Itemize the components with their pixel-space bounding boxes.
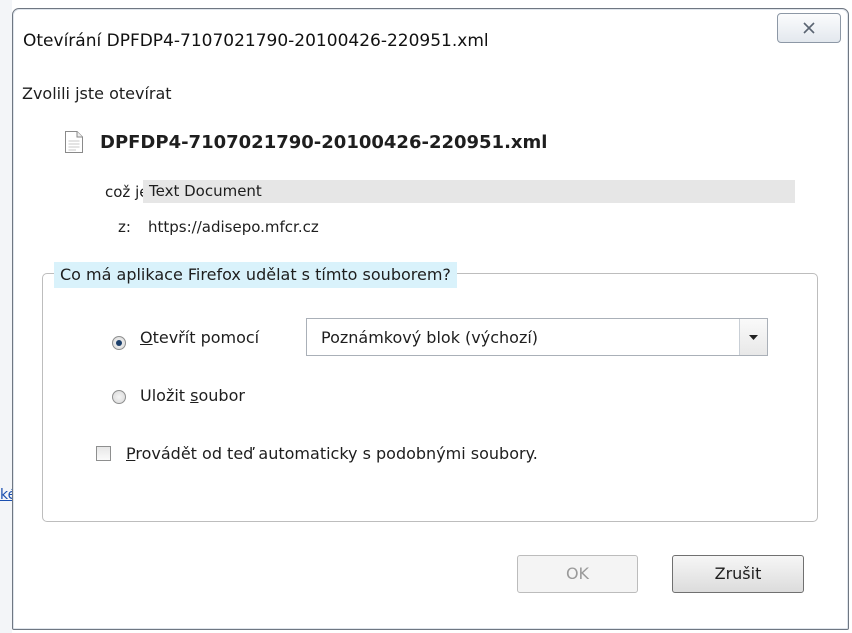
ok-button[interactable]: OK: [517, 555, 638, 593]
action-group-legend: Co má aplikace Firefox udělat s tímto so…: [54, 262, 457, 288]
file-source-label: z:: [118, 218, 131, 236]
save-file-text-before: Uložit: [140, 386, 191, 405]
save-file-text-after: oubor: [198, 386, 245, 405]
close-button[interactable]: [777, 13, 841, 43]
open-with-label[interactable]: Otevřít pomocí: [140, 328, 259, 347]
close-icon: [803, 22, 815, 34]
window-title: Otevírání DPFDP4-7107021790-20100426-220…: [23, 31, 489, 51]
save-file-radio[interactable]: [112, 390, 126, 404]
document-icon: [65, 131, 83, 153]
cancel-button[interactable]: Zrušit: [672, 555, 804, 593]
title-bar[interactable]: Otevírání DPFDP4-7107021790-20100426-220…: [13, 9, 848, 55]
file-source-value: https://adisepo.mfcr.cz: [148, 218, 319, 236]
open-with-radio[interactable]: [112, 336, 126, 350]
app-select-dropdown-button[interactable]: [739, 319, 767, 355]
open-with-text: tevřít pomocí: [152, 328, 260, 347]
auto-action-text: rovádět od teď automaticky s podobnými s…: [135, 444, 538, 463]
background-page: [0, 0, 12, 633]
open-with-accel: O: [140, 328, 153, 347]
app-select-value: Poznámkový blok (výchozí): [321, 328, 539, 347]
dialog-heading: Zvolili jste otevírat: [22, 84, 172, 103]
save-file-accel: s: [190, 386, 199, 405]
chevron-down-icon: [749, 334, 758, 340]
auto-action-accel: P: [126, 444, 136, 463]
auto-action-label[interactable]: Provádět od teď automaticky s podobnými …: [126, 444, 538, 463]
save-file-label[interactable]: Uložit soubor: [140, 386, 245, 405]
app-select[interactable]: Poznámkový blok (výchozí): [306, 318, 768, 356]
file-type-value: Text Document: [143, 180, 795, 203]
file-name: DPFDP4-7107021790-20100426-220951.xml: [100, 132, 548, 153]
auto-action-checkbox[interactable]: [96, 446, 111, 461]
